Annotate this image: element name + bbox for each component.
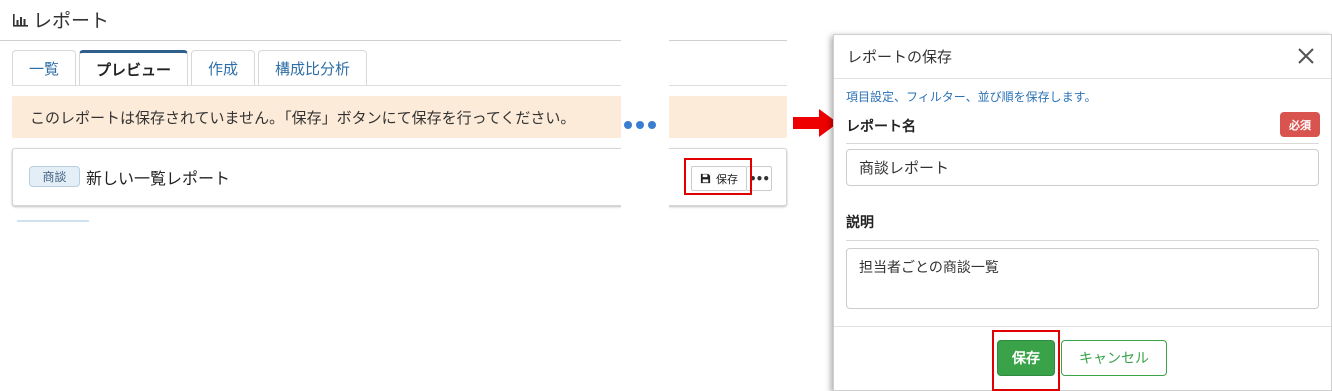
report-name-label: レポート名 <box>846 119 916 135</box>
modal-footer-divider <box>834 326 1331 327</box>
bar-chart-icon <box>13 13 28 27</box>
tab-composition-analysis[interactable]: 構成比分析 <box>258 50 368 86</box>
unsaved-alert: このレポートは保存されていません。「保存」ボタンにて保存を行ってください。 <box>12 96 787 138</box>
save-button-highlight <box>684 158 752 195</box>
modal-description: 項目設定、フィルター、並び順を保存します。 <box>846 90 1097 104</box>
tab-create[interactable]: 作成 <box>191 50 256 86</box>
category-badge: 商談 <box>29 166 80 187</box>
tab-list[interactable]: 一覧 <box>12 50 77 86</box>
save-report-modal: レポートの保存 項目設定、フィルター、並び順を保存します。 レポート名 必須 説… <box>833 34 1332 391</box>
required-badge: 必須 <box>1280 112 1320 137</box>
divider <box>846 143 1319 144</box>
report-card: 商談 新しい一覧レポート 保存 ••• <box>12 148 787 206</box>
report-name-input[interactable] <box>846 149 1319 186</box>
page-header: レポート <box>0 0 787 41</box>
partial-underline <box>17 220 89 222</box>
modal-title: レポートの保存 <box>847 48 953 66</box>
tabs-divider <box>12 85 787 86</box>
description-label: 説明 <box>846 215 874 231</box>
close-icon[interactable] <box>1296 46 1316 66</box>
modal-cancel-button[interactable]: キャンセル <box>1061 340 1167 376</box>
description-textarea[interactable]: 担当者ごとの商談一覧 <box>846 248 1319 309</box>
report-name: 新しい一覧レポート <box>86 169 231 188</box>
divider <box>846 240 1319 241</box>
tab-preview[interactable]: プレビュー <box>79 50 189 86</box>
page-title-text: レポート <box>33 10 110 32</box>
modal-header: レポートの保存 <box>834 35 1331 79</box>
tab-bar: 一覧 プレビュー 作成 構成比分析 <box>12 50 370 86</box>
ellipsis-dots <box>624 121 656 129</box>
modal-save-highlight <box>992 330 1060 391</box>
page-title: レポート <box>12 6 109 33</box>
